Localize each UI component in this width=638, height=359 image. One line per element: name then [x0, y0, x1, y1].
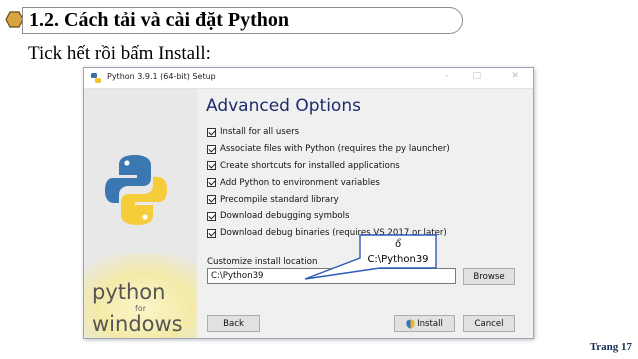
- callout-line2: C:\Python39: [367, 254, 429, 265]
- checkbox-checked[interactable]: [207, 195, 216, 205]
- minimize-button[interactable]: –: [445, 71, 450, 81]
- option-associate-files[interactable]: Associate files with Python (requires th…: [207, 141, 450, 158]
- brand-python-text: python: [92, 280, 166, 304]
- python-app-icon: [91, 73, 101, 83]
- window-title: Python 3.9.1 (64-bit) Setup: [107, 72, 216, 81]
- close-button[interactable]: ✕: [511, 71, 519, 81]
- checkbox-checked[interactable]: [207, 211, 216, 221]
- option-label: Create shortcuts for installed applicati…: [220, 160, 400, 171]
- checkbox-checked[interactable]: [207, 144, 216, 154]
- install-button[interactable]: Install: [394, 315, 455, 332]
- option-label: Add Python to environment variables: [220, 177, 380, 188]
- callout-text: ổ C:\Python39: [360, 237, 436, 267]
- checkbox-checked[interactable]: [207, 127, 216, 137]
- back-button[interactable]: Back: [207, 315, 260, 332]
- install-button-label: Install: [417, 318, 443, 329]
- installer-window: Python 3.9.1 (64-bit) Setup – □ ✕ python…: [83, 67, 534, 339]
- options-list: Install for all users Associate files wi…: [207, 124, 450, 242]
- checkbox-checked[interactable]: [207, 178, 216, 188]
- checkbox-checked[interactable]: [207, 161, 216, 171]
- option-precompile-stdlib[interactable]: Precompile standard library: [207, 191, 450, 208]
- page-number: Trang 17: [589, 341, 632, 353]
- option-label: Associate files with Python (requires th…: [220, 144, 450, 155]
- checkbox-checked[interactable]: [207, 228, 216, 238]
- option-install-all-users[interactable]: Install for all users: [207, 124, 450, 141]
- brand-windows-text: windows: [92, 312, 183, 336]
- cancel-button[interactable]: Cancel: [463, 315, 515, 332]
- maximize-button[interactable]: □: [472, 71, 481, 81]
- callout-line1: ổ: [394, 239, 402, 250]
- install-location-input[interactable]: C:\Python39: [207, 268, 456, 284]
- advanced-options-heading: Advanced Options: [206, 96, 361, 116]
- option-label: Download debugging symbols: [220, 211, 350, 222]
- window-titlebar: Python 3.9.1 (64-bit) Setup – □ ✕: [84, 68, 533, 89]
- option-debug-symbols[interactable]: Download debugging symbols: [207, 208, 450, 225]
- section-title: 1.2. Cách tải và cài đặt Python: [29, 9, 289, 31]
- option-create-shortcuts[interactable]: Create shortcuts for installed applicati…: [207, 158, 450, 175]
- option-add-to-path[interactable]: Add Python to environment variables: [207, 174, 450, 191]
- option-label: Precompile standard library: [220, 194, 339, 205]
- installer-sidebar: python for windows: [84, 89, 197, 338]
- install-location-label: Customize install location: [207, 257, 318, 267]
- browse-button[interactable]: Browse: [463, 268, 515, 285]
- python-logo-icon: [105, 155, 167, 225]
- instruction-text: Tick hết rồi bấm Install:: [28, 43, 211, 64]
- option-label: Install for all users: [220, 127, 300, 138]
- uac-shield-icon: [406, 319, 415, 329]
